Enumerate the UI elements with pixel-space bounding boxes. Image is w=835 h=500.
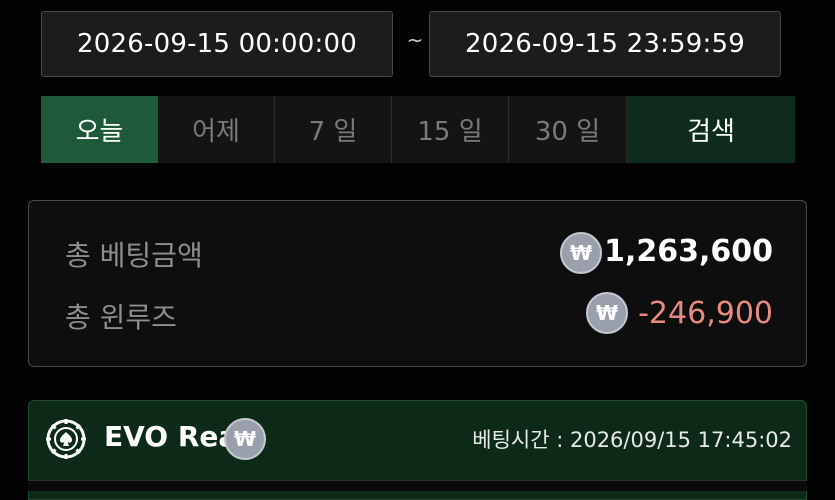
- search-button[interactable]: 검색: [627, 96, 795, 163]
- date-filter-bar: 오늘 어제 7 일 15 일 30 일 검색: [41, 96, 795, 163]
- start-date-input[interactable]: 2026-09-15 00:00:00: [41, 11, 393, 77]
- bet-time-value: 2026/09/15 17:45:02: [569, 428, 792, 452]
- total-winloss-value: -246,900: [638, 296, 773, 331]
- total-bet-value: 1,263,600: [604, 234, 773, 269]
- won-coin-icon: ₩: [224, 418, 266, 460]
- date-range-separator: ~: [406, 28, 424, 52]
- end-date-input[interactable]: 2026-09-15 23:59:59: [429, 11, 781, 77]
- filter-today-button[interactable]: 오늘: [41, 96, 158, 163]
- won-coin-icon: ₩: [586, 292, 628, 334]
- filter-30days-button[interactable]: 30 일: [509, 96, 627, 163]
- total-bet-label: 총 베팅금액: [65, 239, 203, 272]
- bet-time: 베팅시간 : 2026/09/15 17:45:02: [472, 424, 792, 454]
- filter-yesterday-button[interactable]: 어제: [158, 96, 275, 163]
- summary-card: 총 베팅금액 ₩ 1,263,600 총 윈루즈 ₩ -246,900: [28, 200, 807, 367]
- total-winloss-label: 총 윈루즈: [65, 301, 177, 334]
- poker-chip-icon: [46, 419, 86, 459]
- bet-time-label: 베팅시간 :: [472, 428, 564, 452]
- filter-15days-button[interactable]: 15 일: [392, 96, 509, 163]
- filter-7days-button[interactable]: 7 일: [275, 96, 392, 163]
- won-coin-icon: ₩: [560, 232, 602, 274]
